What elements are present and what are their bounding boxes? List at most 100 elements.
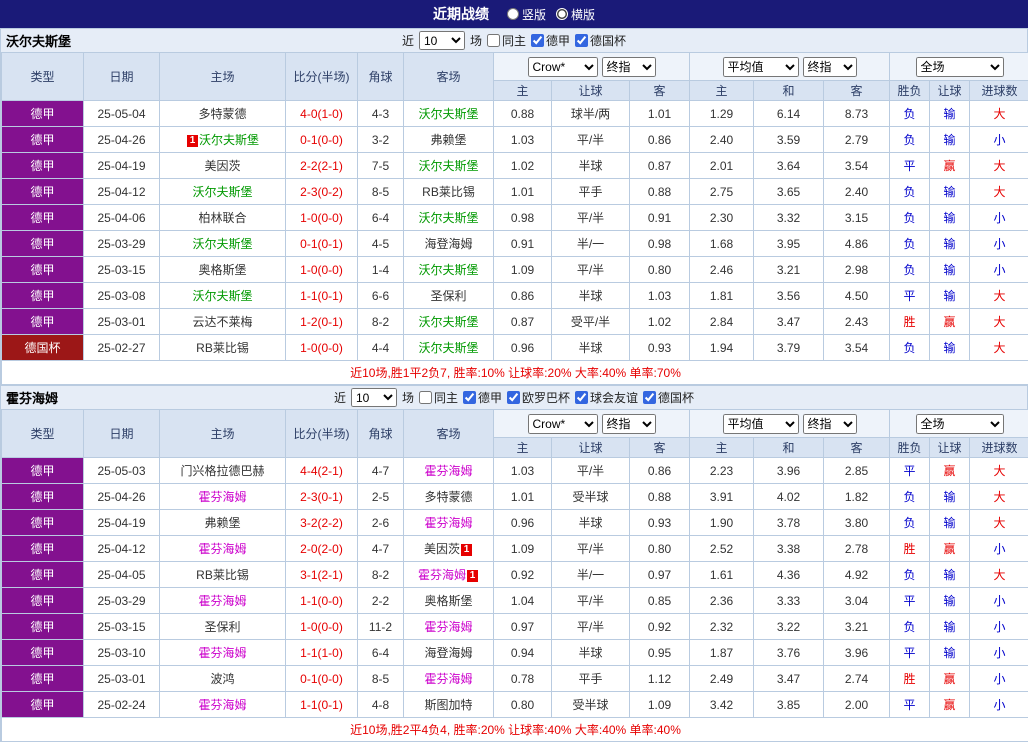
league-type-cell: 德甲 <box>2 309 84 335</box>
corner-cell: 2-5 <box>358 484 404 510</box>
match-date-cell: 25-03-29 <box>84 231 160 257</box>
filter-checkbox-德甲[interactable]: 德甲 <box>463 389 502 406</box>
bookmaker-select-0[interactable]: Crow* <box>528 414 598 434</box>
result-winlose-cell: 负 <box>890 562 930 588</box>
bookmaker-select-1[interactable]: 终指 <box>602 57 656 77</box>
radio-vertical-input[interactable] <box>507 8 519 20</box>
filter-checkbox-同主[interactable]: 同主 <box>419 389 458 406</box>
handicap-cell: 平/半 <box>552 205 630 231</box>
home-team-name: 霍芬海姆 <box>198 542 246 556</box>
home-team-cell: 霍芬海姆 <box>160 484 286 510</box>
checkbox-input[interactable] <box>507 391 520 404</box>
result-handicap-cell: 输 <box>930 484 970 510</box>
away-odds-cell: 0.93 <box>630 335 690 361</box>
bookmaker-select-0[interactable]: Crow* <box>528 57 598 77</box>
match-date-cell: 25-03-15 <box>84 614 160 640</box>
away-team-cell: 霍芬海姆 <box>404 458 494 484</box>
result-winlose-cell: 负 <box>890 101 930 127</box>
result-handicap-cell: 输 <box>930 257 970 283</box>
result-winlose-cell: 平 <box>890 153 930 179</box>
radio-horizontal-input[interactable] <box>556 8 568 20</box>
score-cell: 2-2(2-1) <box>286 153 358 179</box>
column-header: 日期 <box>84 410 160 458</box>
avg-home-cell: 2.36 <box>690 588 754 614</box>
radio-vertical-layout[interactable]: 竖版 <box>507 6 546 23</box>
result-goals-cell: 小 <box>970 588 1028 614</box>
handicap-cell: 半球 <box>552 153 630 179</box>
average-select-0[interactable]: 平均值 <box>723 57 799 77</box>
avg-draw-cell: 3.64 <box>754 153 824 179</box>
avg-draw-cell: 6.14 <box>754 101 824 127</box>
match-row: 德甲25-04-19美因茨2-2(2-1)7-5沃尔夫斯堡1.02半球0.872… <box>2 153 1028 179</box>
avg-draw-cell: 3.21 <box>754 257 824 283</box>
filter-checkbox-同主[interactable]: 同主 <box>487 32 526 49</box>
match-date-cell: 25-04-19 <box>84 153 160 179</box>
league-type-cell: 德国杯 <box>2 335 84 361</box>
score-cell: 4-4(2-1) <box>286 458 358 484</box>
away-team-cell: 霍芬海姆1 <box>404 562 494 588</box>
home-team-name: 波鸿 <box>210 672 234 686</box>
score-cell: 3-1(2-1) <box>286 562 358 588</box>
filter-checkbox-德国杯[interactable]: 德国杯 <box>575 32 626 49</box>
fulltime-select-0[interactable]: 全场 <box>916 57 1004 77</box>
match-date-cell: 25-04-26 <box>84 484 160 510</box>
away-odds-cell: 0.86 <box>630 127 690 153</box>
handicap-cell: 平/半 <box>552 257 630 283</box>
fulltime-select-0[interactable]: 全场 <box>916 414 1004 434</box>
home-team-name: 沃尔夫斯堡 <box>192 289 252 303</box>
match-row: 德甲25-03-29沃尔夫斯堡0-1(0-1)4-5海登海姆0.91半/一0.9… <box>2 231 1028 257</box>
sub-column-header: 客 <box>824 81 890 101</box>
away-odds-cell: 0.98 <box>630 231 690 257</box>
away-team-cell: 多特蒙德 <box>404 484 494 510</box>
bookmaker-header-group: Crow*终指 <box>494 410 690 438</box>
result-goals-cell: 小 <box>970 231 1028 257</box>
sub-column-header: 主 <box>494 81 552 101</box>
sub-column-header: 进球数 <box>970 438 1028 458</box>
match-count-select[interactable]: 10 <box>419 31 465 50</box>
avg-home-cell: 1.90 <box>690 510 754 536</box>
score-cell: 0-1(0-0) <box>286 127 358 153</box>
average-select-1[interactable]: 终指 <box>803 57 857 77</box>
home-team-name: RB莱比锡 <box>196 568 249 582</box>
checkbox-input[interactable] <box>575 391 588 404</box>
match-row: 德甲25-03-29霍芬海姆1-1(0-0)2-2奥格斯堡1.04平/半0.85… <box>2 588 1028 614</box>
filter-checkbox-德甲[interactable]: 德甲 <box>531 32 570 49</box>
away-team-cell: 霍芬海姆 <box>404 614 494 640</box>
avg-draw-cell: 3.47 <box>754 666 824 692</box>
score-cell: 1-1(1-0) <box>286 640 358 666</box>
result-goals-cell: 大 <box>970 458 1028 484</box>
checkbox-input[interactable] <box>643 391 656 404</box>
filter-checkbox-球会友谊[interactable]: 球会友谊 <box>575 389 638 406</box>
handicap-cell: 平/半 <box>552 127 630 153</box>
checkbox-label: 同主 <box>434 389 458 406</box>
match-count-select[interactable]: 10 <box>351 388 397 407</box>
avg-away-cell: 3.21 <box>824 614 890 640</box>
checkbox-input[interactable] <box>575 34 588 47</box>
average-select-1[interactable]: 终指 <box>803 414 857 434</box>
away-odds-cell: 1.01 <box>630 101 690 127</box>
away-odds-cell: 1.12 <box>630 666 690 692</box>
result-handicap-cell: 输 <box>930 101 970 127</box>
filter-checkbox-欧罗巴杯[interactable]: 欧罗巴杯 <box>507 389 570 406</box>
radio-horizontal-layout[interactable]: 横版 <box>556 6 595 23</box>
away-odds-cell: 0.88 <box>630 179 690 205</box>
average-select-0[interactable]: 平均值 <box>723 414 799 434</box>
checkbox-input[interactable] <box>463 391 476 404</box>
away-team-name: 弗赖堡 <box>430 133 466 147</box>
bookmaker-select-1[interactable]: 终指 <box>602 414 656 434</box>
sub-column-header: 让球 <box>552 438 630 458</box>
home-team-name: 门兴格拉德巴赫 <box>180 464 264 478</box>
checkbox-label: 德甲 <box>546 32 570 49</box>
away-team-cell: 霍芬海姆 <box>404 666 494 692</box>
league-type-cell: 德甲 <box>2 614 84 640</box>
result-goals-cell: 大 <box>970 153 1028 179</box>
score-cell: 0-1(0-1) <box>286 231 358 257</box>
checkbox-input[interactable] <box>487 34 500 47</box>
filter-checkbox-德国杯[interactable]: 德国杯 <box>643 389 694 406</box>
checkbox-input[interactable] <box>419 391 432 404</box>
checkbox-input[interactable] <box>531 34 544 47</box>
result-winlose-cell: 平 <box>890 283 930 309</box>
result-goals-cell: 小 <box>970 127 1028 153</box>
match-row: 德甲25-02-24霍芬海姆1-1(0-1)4-8斯图加特0.80受半球1.09… <box>2 692 1028 718</box>
away-team-name: 海登海姆 <box>424 646 472 660</box>
